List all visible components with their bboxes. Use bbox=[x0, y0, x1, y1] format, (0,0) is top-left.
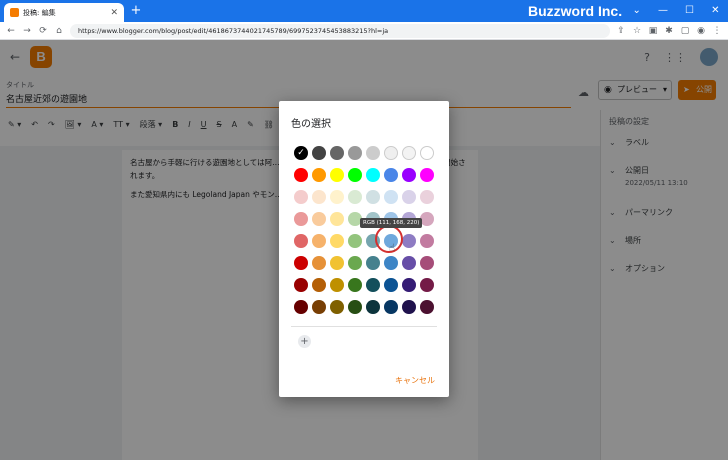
minimize-button[interactable]: — bbox=[658, 2, 668, 20]
swatch-row bbox=[294, 190, 434, 212]
color-swatch[interactable] bbox=[294, 212, 308, 226]
color-swatch[interactable] bbox=[330, 300, 344, 314]
color-swatch[interactable] bbox=[330, 256, 344, 270]
color-swatch[interactable] bbox=[294, 234, 308, 248]
color-swatch[interactable] bbox=[366, 190, 380, 204]
color-swatch[interactable] bbox=[420, 146, 434, 160]
color-swatch[interactable] bbox=[384, 256, 398, 270]
swatch-row bbox=[294, 146, 434, 168]
brand-watermark: Buzzword Inc. bbox=[528, 3, 623, 19]
tab-title: 投稿: 編集 bbox=[23, 8, 56, 17]
color-palette bbox=[294, 146, 434, 322]
color-swatch[interactable] bbox=[366, 300, 380, 314]
color-swatch[interactable] bbox=[384, 168, 398, 182]
color-swatch[interactable] bbox=[348, 168, 362, 182]
color-swatch[interactable] bbox=[402, 300, 416, 314]
color-swatch[interactable] bbox=[294, 190, 308, 204]
color-swatch[interactable] bbox=[402, 168, 416, 182]
color-swatch[interactable] bbox=[420, 278, 434, 292]
color-swatch[interactable] bbox=[330, 234, 344, 248]
color-swatch[interactable] bbox=[384, 190, 398, 204]
swatch-row bbox=[294, 278, 434, 300]
sidepanel-icon[interactable]: ▢ bbox=[680, 26, 690, 36]
color-swatch[interactable] bbox=[366, 256, 380, 270]
color-swatch[interactable] bbox=[330, 168, 344, 182]
color-swatch[interactable] bbox=[312, 256, 326, 270]
color-swatch[interactable] bbox=[402, 146, 416, 160]
color-swatch[interactable] bbox=[330, 190, 344, 204]
color-swatch[interactable] bbox=[384, 278, 398, 292]
color-tooltip: RGB (111, 168, 220) bbox=[360, 218, 423, 228]
close-window-button[interactable]: ✕ bbox=[711, 2, 719, 20]
address-bar: ← → ⟳ ⌂ https://www.blogger.com/blog/pos… bbox=[0, 22, 728, 40]
extension-icon[interactable]: ▣ bbox=[648, 26, 658, 36]
tab-close-icon[interactable]: ✕ bbox=[110, 8, 118, 18]
color-swatch[interactable] bbox=[420, 234, 434, 248]
color-swatch[interactable] bbox=[294, 256, 308, 270]
color-swatch[interactable] bbox=[312, 300, 326, 314]
color-swatch[interactable] bbox=[348, 234, 362, 248]
color-swatch[interactable] bbox=[330, 212, 344, 226]
home-icon[interactable]: ⌂ bbox=[54, 26, 64, 36]
color-swatch[interactable] bbox=[366, 168, 380, 182]
back-icon[interactable]: ← bbox=[6, 26, 16, 36]
color-swatch[interactable] bbox=[294, 146, 308, 160]
browser-tab[interactable]: 投稿: 編集 ✕ bbox=[4, 3, 124, 22]
color-swatch[interactable] bbox=[294, 300, 308, 314]
color-picker-dialog: 色の選択 RGB (111, 168, 220) ☝ + キャンセル bbox=[279, 101, 449, 397]
color-swatch[interactable] bbox=[348, 300, 362, 314]
color-swatch[interactable] bbox=[312, 234, 326, 248]
color-swatch[interactable] bbox=[366, 146, 380, 160]
color-swatch[interactable] bbox=[402, 234, 416, 248]
forward-icon[interactable]: → bbox=[22, 26, 32, 36]
dialog-title: 色の選択 bbox=[291, 119, 331, 130]
maximize-button[interactable]: ☐ bbox=[685, 2, 694, 20]
dialog-divider bbox=[291, 326, 437, 327]
puzzle-icon[interactable]: ✱ bbox=[664, 26, 674, 36]
color-swatch[interactable] bbox=[348, 278, 362, 292]
url-field[interactable]: https://www.blogger.com/blog/post/edit/4… bbox=[70, 23, 610, 38]
swatch-row bbox=[294, 256, 434, 278]
color-swatch[interactable] bbox=[348, 190, 362, 204]
color-swatch[interactable] bbox=[420, 168, 434, 182]
color-swatch[interactable] bbox=[420, 300, 434, 314]
color-swatch[interactable] bbox=[330, 278, 344, 292]
color-swatch[interactable] bbox=[312, 278, 326, 292]
color-swatch[interactable] bbox=[312, 212, 326, 226]
color-swatch[interactable] bbox=[366, 278, 380, 292]
bookmark-star-icon[interactable]: ☆ bbox=[632, 26, 642, 36]
new-tab-button[interactable]: + bbox=[128, 4, 144, 18]
blogger-favicon-icon bbox=[10, 8, 19, 17]
color-swatch[interactable] bbox=[348, 146, 362, 160]
color-swatch[interactable] bbox=[402, 278, 416, 292]
color-swatch[interactable] bbox=[402, 256, 416, 270]
color-swatch[interactable] bbox=[420, 190, 434, 204]
color-swatch[interactable] bbox=[294, 168, 308, 182]
browser-menu-icon[interactable]: ⋮ bbox=[712, 26, 722, 36]
reload-icon[interactable]: ⟳ bbox=[38, 26, 48, 36]
color-swatch[interactable] bbox=[312, 190, 326, 204]
cancel-button[interactable]: キャンセル bbox=[395, 375, 435, 386]
swatch-row bbox=[294, 234, 434, 256]
color-swatch[interactable] bbox=[294, 278, 308, 292]
color-swatch[interactable] bbox=[384, 300, 398, 314]
color-swatch[interactable] bbox=[402, 190, 416, 204]
hand-cursor-icon: ☝ bbox=[389, 243, 396, 254]
tab-search-icon[interactable]: ⌄ bbox=[633, 2, 641, 20]
profile-icon[interactable]: ◉ bbox=[696, 26, 706, 36]
color-swatch[interactable] bbox=[312, 146, 326, 160]
color-swatch[interactable] bbox=[348, 256, 362, 270]
swatch-row bbox=[294, 300, 434, 322]
swatch-row bbox=[294, 168, 434, 190]
color-swatch[interactable] bbox=[330, 146, 344, 160]
color-swatch[interactable] bbox=[420, 256, 434, 270]
color-swatch[interactable] bbox=[312, 168, 326, 182]
share-icon[interactable]: ⇪ bbox=[616, 26, 626, 36]
add-custom-color-button[interactable]: + bbox=[298, 335, 311, 348]
window-controls: ⌄ — ☐ ✕ bbox=[624, 2, 728, 20]
color-swatch[interactable] bbox=[420, 212, 434, 226]
color-swatch[interactable] bbox=[384, 146, 398, 160]
